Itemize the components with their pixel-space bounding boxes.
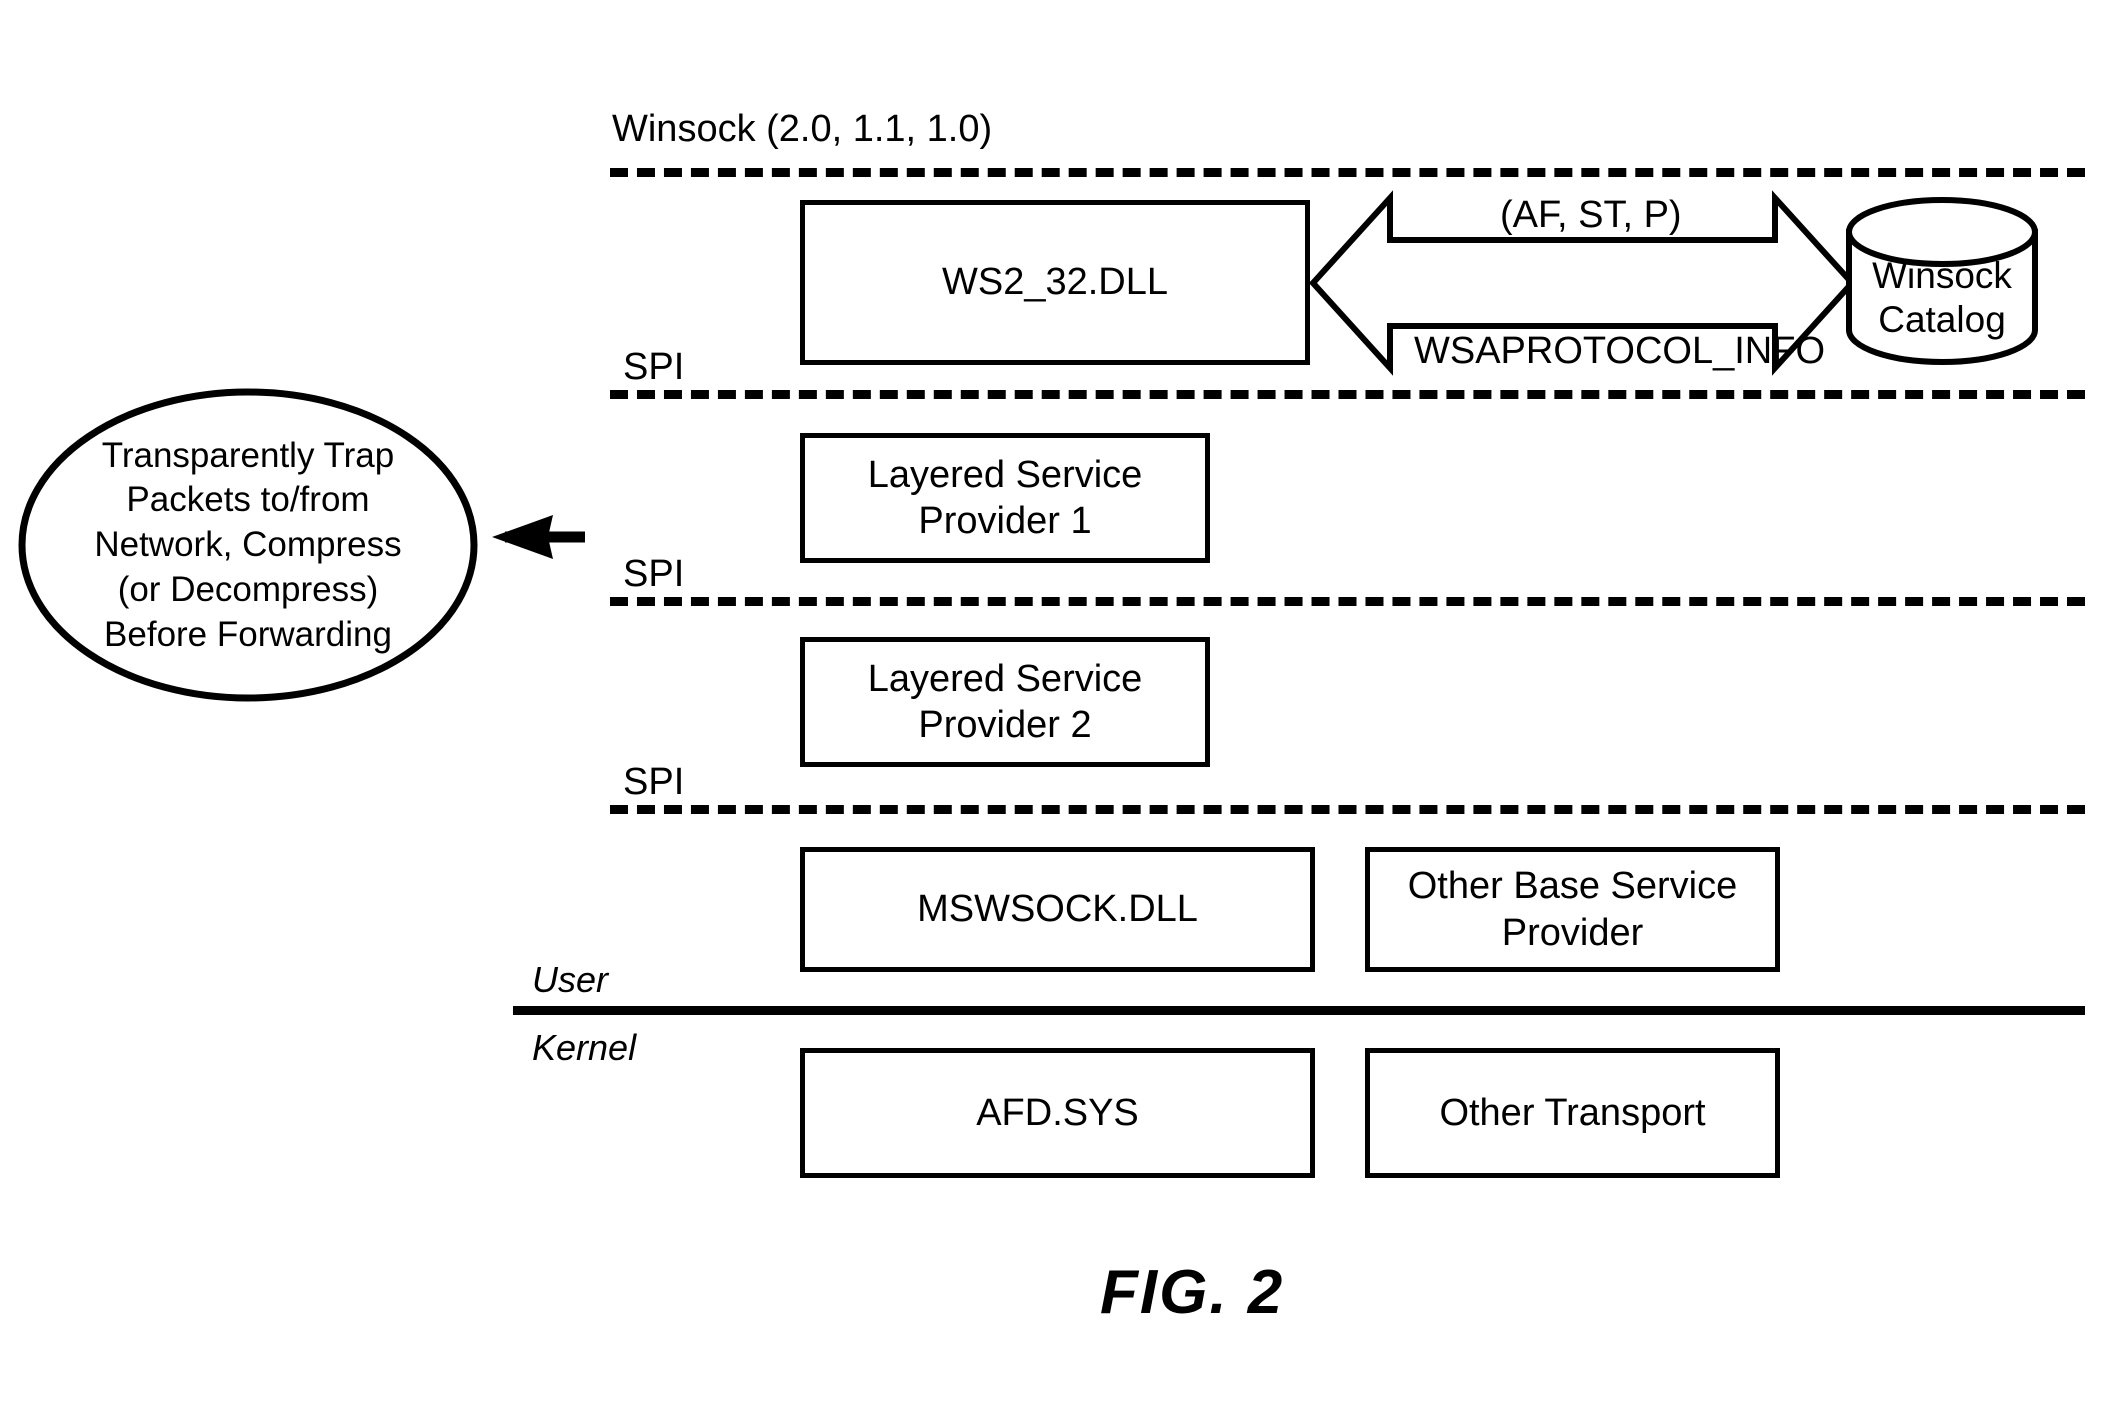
- figure-canvas: Winsock (2.0, 1.1, 1.0) SPI SPI SPI WS2_…: [0, 0, 2109, 1408]
- callout-pointer-arrow: [492, 515, 585, 559]
- box-layered-service-provider-2[interactable]: Layered Service Provider 2: [800, 637, 1210, 767]
- dashed-boundary-winsock: [610, 168, 2085, 177]
- box-other-base-line-2: Provider: [1501, 911, 1644, 954]
- box-lsp1-line-2: Provider 1: [918, 500, 1092, 542]
- winsock-versions-label: Winsock (2.0, 1.1, 1.0): [612, 108, 993, 150]
- figure-caption: FIG. 2: [1100, 1258, 1285, 1327]
- box-afd-sys-label: AFD.SYS: [976, 1091, 1139, 1134]
- box-other-base-service-provider[interactable]: Other Base Service Provider: [1365, 847, 1780, 972]
- box-ws2-32-dll[interactable]: WS2_32.DLL: [800, 200, 1310, 365]
- box-other-transport-label: Other Transport: [1439, 1091, 1706, 1134]
- winsock-catalog-line-2: Catalog: [1878, 299, 2006, 340]
- box-other-base-line-1: Other Base Service: [1407, 865, 1738, 908]
- callout-ellipse-text: Transparently Trap Packets to/from Netwo…: [18, 388, 478, 703]
- box-lsp1-line-1: Layered Service: [867, 453, 1143, 496]
- box-other-transport[interactable]: Other Transport: [1365, 1048, 1780, 1178]
- user-kernel-divider: [513, 1006, 2085, 1015]
- arrow-label-af-st-p: (AF, ST, P): [1500, 194, 1682, 236]
- user-mode-label: User: [532, 959, 609, 1000]
- callout-line-4: (or Decompress): [117, 569, 379, 609]
- callout-ellipse: Transparently Trap Packets to/from Netwo…: [18, 388, 478, 703]
- spi-label-2: SPI: [623, 553, 685, 595]
- box-mswsock-dll-label: MSWSOCK.DLL: [917, 888, 1198, 931]
- box-afd-sys[interactable]: AFD.SYS: [800, 1048, 1315, 1178]
- box-layered-service-provider-1[interactable]: Layered Service Provider 1: [800, 433, 1210, 563]
- callout-line-5: Before Forwarding: [104, 614, 392, 654]
- dashed-boundary-spi-3: [610, 805, 2085, 814]
- callout-line-1: Transparently Trap: [101, 435, 395, 475]
- dashed-boundary-spi-2: [610, 597, 2085, 606]
- arrow-label-wsaprotocol-info: WSAPROTOCOL_INFO: [1414, 330, 1826, 372]
- dashed-boundary-spi-1: [610, 390, 2085, 399]
- winsock-catalog-label: Winsock Catalog: [1849, 243, 2035, 353]
- callout-line-2: Packets to/from: [126, 480, 370, 520]
- box-lsp2-line-1: Layered Service: [867, 657, 1143, 700]
- box-lsp2-line-2: Provider 2: [918, 704, 1092, 746]
- box-ws2-32-dll-label: WS2_32.DLL: [941, 261, 1168, 304]
- winsock-catalog-line-1: Winsock: [1872, 254, 2012, 296]
- spi-label-1: SPI: [623, 346, 685, 388]
- kernel-mode-label: Kernel: [532, 1027, 637, 1068]
- callout-line-3: Network, Compress: [94, 525, 402, 565]
- spi-label-3: SPI: [623, 761, 685, 803]
- box-mswsock-dll[interactable]: MSWSOCK.DLL: [800, 847, 1315, 972]
